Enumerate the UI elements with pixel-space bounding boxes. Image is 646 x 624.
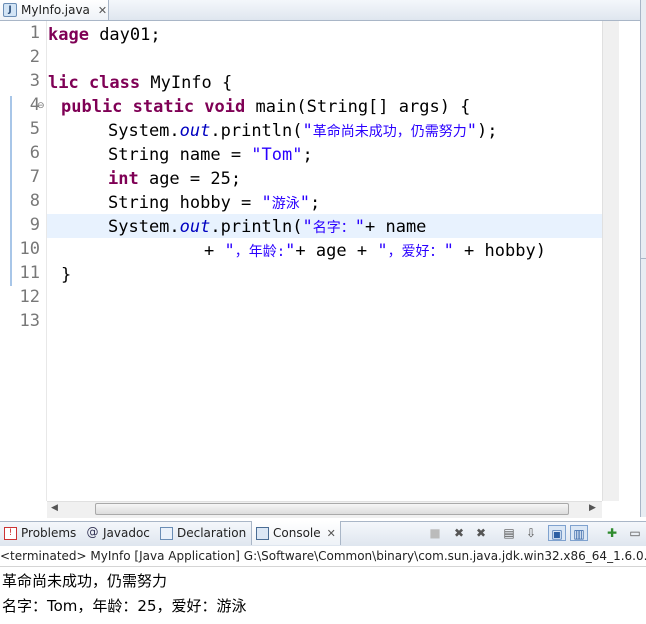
console-status-line: <terminated> MyInfo [Java Application] G… bbox=[0, 546, 646, 567]
gutter-divider bbox=[46, 21, 47, 501]
line-number: 5 bbox=[29, 119, 40, 139]
minimize-view-icon[interactable]: ▭ bbox=[626, 525, 644, 541]
java-file-icon: J bbox=[3, 3, 17, 17]
scroll-right-icon[interactable]: ▶ bbox=[589, 503, 596, 513]
console-output-line-1: 革命尚未成功，仍需努力 bbox=[2, 572, 168, 590]
scroll-lock-icon[interactable]: ⇩ bbox=[522, 525, 540, 541]
open-console-icon[interactable]: ✚ bbox=[603, 525, 621, 541]
code-line-6: String name = "Tom"; bbox=[108, 145, 313, 165]
terminate-icon[interactable]: ■ bbox=[426, 525, 444, 541]
code-line-4: public static void main(String[] args) { bbox=[61, 97, 471, 117]
problems-icon: ! bbox=[4, 526, 17, 540]
horizontal-scroll-thumb[interactable] bbox=[95, 503, 569, 515]
line-number: 11 bbox=[19, 263, 40, 283]
code-line-1: kage day01; bbox=[48, 25, 161, 45]
fold-collapse-icon[interactable]: ⊖ bbox=[37, 101, 45, 111]
editor-tab-title: MyInfo.java bbox=[21, 3, 90, 17]
line-number: 8 bbox=[29, 191, 40, 211]
clear-console-icon[interactable]: ▤ bbox=[500, 525, 518, 541]
code-text-area[interactable]: kage day01; lic class MyInfo { public st… bbox=[48, 21, 602, 501]
line-number: 10 bbox=[19, 239, 40, 259]
line-number: 2 bbox=[29, 47, 40, 67]
line-number: 3 bbox=[29, 71, 40, 91]
line-number: 1 bbox=[29, 23, 40, 43]
tab-javadoc[interactable]: @ Javadoc bbox=[86, 521, 150, 545]
display-selected-console-icon[interactable]: ▥ bbox=[570, 525, 588, 541]
code-line-8: String hobby = "游泳"; bbox=[108, 193, 321, 213]
console-output-line-2: 名字：Tom，年龄：25，爱好：游泳 bbox=[2, 597, 247, 615]
code-line-7: int age = 25; bbox=[108, 169, 242, 189]
remove-all-terminated-icon[interactable]: ✖ bbox=[472, 525, 490, 541]
code-line-3: lic class MyInfo { bbox=[48, 73, 233, 93]
pin-console-icon[interactable]: ▣ bbox=[548, 525, 566, 541]
tab-declaration[interactable]: Declaration bbox=[160, 521, 246, 545]
tab-console[interactable]: Console ✕ bbox=[251, 521, 341, 545]
console-icon bbox=[256, 526, 269, 540]
editor-vertical-scrollbar[interactable] bbox=[602, 21, 619, 501]
line-number: 6 bbox=[29, 143, 40, 163]
line-number-gutter: 1 2 3 4 5 6 7 8 9 10 11 12 13 bbox=[12, 21, 46, 501]
scroll-left-icon[interactable]: ◀ bbox=[51, 503, 58, 513]
close-icon[interactable]: ✕ bbox=[327, 527, 336, 540]
code-line-5: System.out.println("革命尚未成功，仍需努力"); bbox=[108, 121, 498, 141]
tab-problems[interactable]: ! Problems bbox=[4, 521, 76, 545]
code-line-11: } bbox=[61, 265, 72, 285]
line-number: 4 bbox=[29, 95, 40, 115]
line-number: 7 bbox=[29, 167, 40, 187]
javadoc-icon: @ bbox=[86, 524, 99, 539]
code-line-10: + "，年龄:"+ age + "，爱好：" + hobby) bbox=[204, 241, 546, 261]
editor-tab-myinfo[interactable]: J MyInfo.java ✕ bbox=[0, 0, 109, 20]
close-icon[interactable]: ✕ bbox=[98, 4, 107, 17]
line-number: 13 bbox=[19, 311, 40, 331]
code-line-9: System.out.println("名字："+ name bbox=[108, 217, 427, 237]
line-number: 9 bbox=[29, 215, 40, 235]
panel-divider bbox=[641, 258, 646, 259]
console-output[interactable]: 革命尚未成功，仍需努力 名字：Tom，年龄：25，爱好：游泳 bbox=[0, 567, 646, 624]
remove-launch-icon[interactable]: ✖ bbox=[450, 525, 468, 541]
line-number: 12 bbox=[19, 287, 40, 307]
overview-ruler-left bbox=[0, 21, 10, 517]
declaration-icon bbox=[160, 526, 173, 540]
